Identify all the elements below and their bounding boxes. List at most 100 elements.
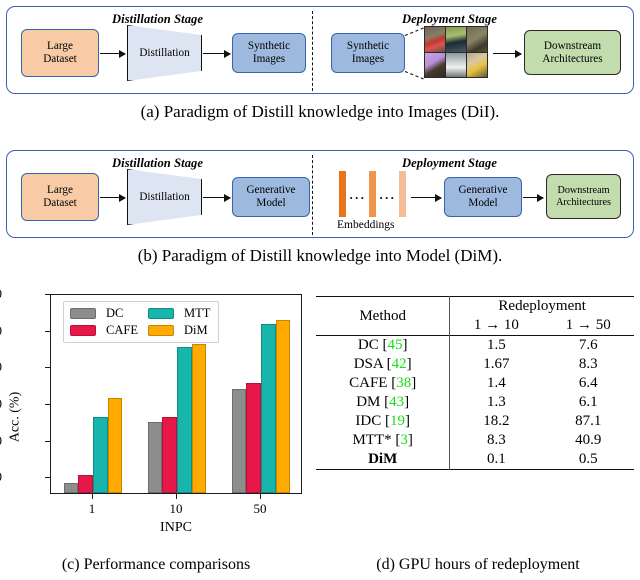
chart-bar-mtt-50: [261, 323, 276, 493]
chart-bar-cafe-50: [246, 383, 261, 493]
panel-a-distillation-trapezoid: Distillation: [127, 25, 202, 81]
table-cell-1to10-IDC: 18.2: [483, 413, 510, 429]
table-cell-1to50-IDC: 87.1: [575, 413, 602, 429]
caption-b: (b) Paradigm of Distill knowledge into M…: [137, 246, 503, 265]
chart-x-axis-label: INPC: [160, 520, 192, 535]
table-cell-1to10-CAFE: 1.4: [486, 375, 506, 391]
chart-legend-label-mtt: MTT: [183, 306, 211, 320]
panel-a-downstream-architectures-box: Downstream Architectures: [524, 30, 621, 75]
panel-b-generative-left-line1: Generative: [246, 184, 296, 197]
chart-x-tickmark-50: [260, 494, 261, 499]
table-header-method: Method: [316, 296, 451, 336]
panel-b-distillation-trapezoid: Distillation: [127, 169, 202, 225]
table-cell-1to50-DiM: 0.5: [578, 451, 598, 467]
table-cell-1to50-DM: 6.1: [578, 394, 598, 410]
table-row: IDC [19] 18.2 87.1: [316, 412, 634, 431]
panel-a-arrow-distillation-to-synthetic: [203, 50, 231, 58]
table-bottom-rule: [316, 469, 634, 475]
chart-y-tick-40: 40: [0, 433, 2, 449]
table-cell-method-MTTstar: MTT* [3]: [316, 431, 451, 450]
caption-d: (d) GPU hours of redeployment: [376, 556, 580, 573]
panel-b-embedding-bar-3: [399, 171, 406, 217]
panel-b-deployment-stage-title: Deployment Stage: [402, 156, 497, 170]
panel-a-distillation-stage-title: Distillation Stage: [112, 12, 204, 26]
chart-y-tick-70: 70: [0, 323, 2, 339]
chart-bar-dc-50: [231, 388, 247, 493]
panel-a-dash-connector-bottom: [404, 71, 424, 80]
panel-a-synthetic-left-line2: Images: [252, 53, 286, 65]
panel-b-embeddings-label: Embeddings: [337, 219, 395, 231]
chart-bar-cafe-1: [78, 475, 93, 493]
chart-y-tick-30: 30: [0, 469, 2, 485]
table-header-redeployment: Redeployment: [449, 296, 634, 316]
table-row: DSA [42] 1.67 8.3: [316, 355, 634, 374]
table-row: DM [43] 1.3 6.1: [316, 393, 634, 412]
chart-y-tickmark-30: [45, 477, 50, 479]
performance-comparison-chart: Acc. (%) DCMTTCAFEDiM 30405060708011050 …: [0, 286, 308, 542]
table-cell-1to50-MTTstar: 40.9: [575, 432, 602, 448]
chart-plot-area: DC MTT CAFE DiM: [50, 294, 302, 494]
panel-b-generative-right-line1: Generative: [458, 184, 508, 197]
table-cell-1to10-DSA: 1.67: [483, 356, 510, 372]
chart-bar-mtt-10: [177, 346, 192, 493]
grid-cell-2: [446, 27, 466, 52]
table-row: CAFE [38] 1.4 6.4: [316, 374, 634, 393]
panel-a-large-dataset-line1: Large: [47, 40, 73, 53]
panel-b-distillation-label: Distillation: [139, 191, 190, 203]
panel-b-large-dataset-line1: Large: [47, 184, 73, 197]
chart-legend-label-cafe: CAFE: [106, 323, 138, 337]
table-row: DiM 0.1 0.5: [316, 450, 634, 470]
table-cell-1to10-DiM: 0.1: [486, 451, 506, 467]
chart-x-tickmark-1: [92, 494, 93, 499]
panel-b-generative-model-box-left: Generative Model: [232, 177, 310, 217]
chart-y-tick-80: 80: [0, 286, 2, 302]
table-cell-method-DC: DC [45]: [316, 335, 451, 355]
chart-y-tickmark-70: [45, 330, 50, 332]
grid-cell-1: [425, 27, 445, 52]
panel-b-arrow-dataset-to-distillation: [100, 194, 126, 202]
panel-a-synthetic-images-box-left: Synthetic Images: [232, 33, 306, 73]
chart-bar-mtt-1: [93, 417, 108, 493]
table-row: MTT* [3] 8.3 40.9: [316, 431, 634, 450]
table-cell-method-DiM: DiM: [316, 450, 451, 470]
chart-y-tickmark-80: [45, 294, 50, 295]
panel-b-generative-right-line2: Model: [468, 197, 498, 209]
chart-x-tickmark-10: [176, 494, 177, 499]
panel-a-downstream-line1: Downstream: [543, 39, 602, 52]
chart-legend-swatch-dim: [147, 325, 174, 336]
grid-cell-4: [425, 52, 445, 77]
panel-b-arrow-embeddings-to-model: [411, 194, 442, 202]
table-cell-method-CAFE: CAFE [38]: [316, 374, 451, 393]
panel-a-synthetic-image-grid: [424, 26, 488, 78]
table-cell-1to50-DC: 7.6: [542, 335, 634, 355]
panel-a-deployment-stage-title: Deployment Stage: [402, 12, 497, 26]
panel-b-large-dataset-line2: Dataset: [43, 197, 77, 209]
table-cell-method-IDC: IDC [19]: [316, 412, 451, 431]
panel-b-embedding-bar-2: [369, 171, 376, 217]
panel-a-synthetic-right-line2: Images: [351, 53, 385, 65]
chart-legend: DC MTT CAFE DiM: [63, 301, 220, 343]
chart-legend-swatch-cafe: [70, 325, 96, 336]
panel-b-downstream-line2: Architectures: [556, 196, 611, 208]
panel-a-dii: Distillation Stage Deployment Stage Larg…: [6, 6, 634, 94]
chart-bar-dim-50: [275, 319, 291, 493]
panel-a-synthetic-right-line1: Synthetic: [346, 40, 390, 53]
panel-a-downstream-line2: Architectures: [542, 52, 603, 65]
table-cell-1to10-DM: 1.3: [486, 394, 506, 410]
table-cell-1to10-DC: 1.5: [449, 335, 543, 355]
chart-x-tick-10: 10: [169, 501, 183, 516]
chart-y-tickmark-40: [45, 440, 50, 442]
table-header-1to50: 1 → 50: [565, 317, 611, 333]
table-header-row-1: Method Redeployment: [316, 296, 634, 336]
caption-a: (a) Paradigm of Distill knowledge into I…: [140, 102, 500, 121]
caption-c: (c) Performance comparisons: [61, 556, 251, 573]
grid-cell-5: [446, 52, 466, 77]
grid-cell-3: [467, 27, 487, 52]
chart-legend-label-dim: DiM: [183, 323, 208, 337]
table-bottom-rule-cell: [449, 469, 543, 475]
panel-a-large-dataset-box: Large Dataset: [21, 29, 99, 77]
panel-b-downstream-architectures-box: Downstream Architectures: [546, 174, 621, 219]
panel-a-large-dataset-line2: Dataset: [43, 53, 77, 65]
table-cell-method-DSA: DSA [42]: [316, 355, 451, 374]
panel-b-dim: Distillation Stage Deployment Stage Larg…: [6, 150, 634, 238]
